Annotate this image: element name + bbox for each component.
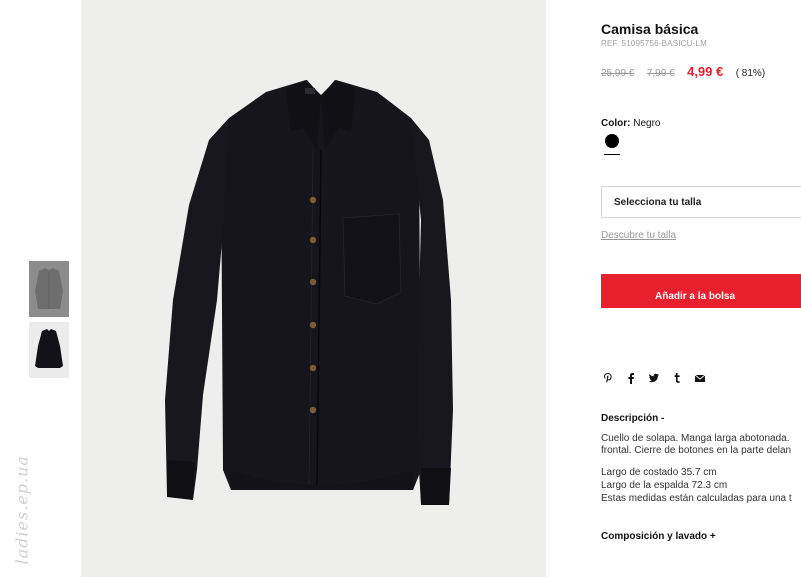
- color-row: Color: Negro: [601, 118, 660, 129]
- twitter-icon[interactable]: [647, 371, 661, 385]
- shirt-thumbnail-black-image: [29, 322, 69, 378]
- black-shirt-image: [81, 0, 546, 577]
- email-icon[interactable]: [693, 371, 707, 385]
- description-line: Largo de costado 35.7 cm: [601, 467, 717, 478]
- description-line: Cuello de solapa. Manga larga abotonada.: [601, 433, 790, 444]
- product-title: Camisa básica: [601, 21, 699, 37]
- shirt-thumbnail-grey-image: [29, 261, 69, 317]
- thumbnail-column: ladies.ep.ua: [0, 0, 81, 577]
- color-label: Color:: [601, 118, 631, 129]
- product-main-image: [81, 0, 546, 577]
- share-icons: [601, 371, 707, 385]
- pinterest-icon[interactable]: [601, 371, 615, 385]
- watermark-text: ladies.ep.ua: [12, 455, 32, 565]
- product-info-panel: Camisa básica REF. 51095756-BASICU-LM 25…: [601, 0, 801, 577]
- watermark: ladies.ep.ua: [2, 440, 32, 570]
- tumblr-icon[interactable]: [670, 371, 684, 385]
- size-select[interactable]: Selecciona tu talla: [601, 186, 801, 218]
- selected-swatch-underline: [604, 154, 620, 155]
- description-toggle[interactable]: Descripción -: [601, 413, 664, 424]
- thumbnail-grey[interactable]: [29, 261, 69, 317]
- thumbnail-black[interactable]: [29, 322, 69, 378]
- size-guide-link[interactable]: Descubre tu talla: [601, 230, 676, 241]
- add-to-bag-button[interactable]: Añadir a la bolsa: [601, 274, 801, 308]
- description-line: Estas medidas están calculadas para una …: [601, 493, 792, 504]
- color-swatch-black[interactable]: [605, 134, 619, 148]
- description-line: frontal. Cierre de botones en la parte d…: [601, 445, 792, 456]
- discount-percent: ( 81%): [735, 68, 766, 79]
- previous-price: 7,99 €: [646, 68, 675, 79]
- price-row: 25,99 € 7,99 € 4,99 € ( 81%): [601, 63, 765, 81]
- product-reference: REF. 51095756-BASICU-LM: [601, 39, 707, 48]
- color-value: Negro: [633, 118, 661, 129]
- current-price: 4,99 €: [687, 64, 724, 79]
- composition-toggle[interactable]: Composición y lavado +: [601, 531, 716, 542]
- facebook-icon[interactable]: [624, 371, 638, 385]
- description-line: Largo de la espalda 72.3 cm: [601, 480, 728, 491]
- original-price: 25,99 €: [601, 68, 635, 79]
